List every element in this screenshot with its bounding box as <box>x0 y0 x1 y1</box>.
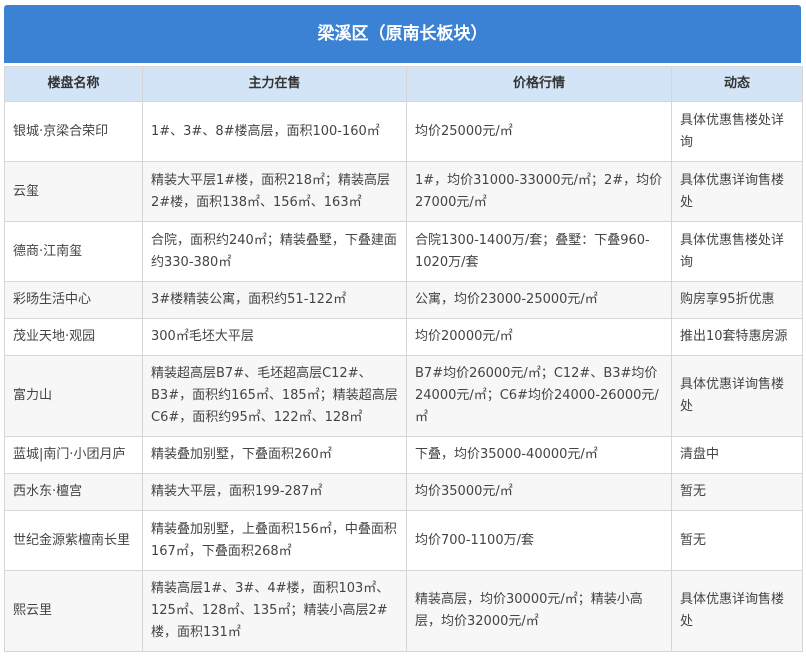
header-main-sale: 主力在售 <box>142 66 407 102</box>
cell-price: 精装高层，均价30000元/㎡；精装小高层，均价32000元/㎡ <box>406 570 672 652</box>
cell-price: 1#，均价31000-33000元/㎡；2#，均价27000元/㎡ <box>406 161 672 222</box>
cell-status: 购房享95折优惠 <box>671 281 803 319</box>
cell-price: 均价25000元/㎡ <box>406 101 672 162</box>
table-body: 银城·京梁合荣印 1#、3#、8#楼高层，面积100-160㎡ 均价25000元… <box>4 101 803 652</box>
table-row: 银城·京梁合荣印 1#、3#、8#楼高层，面积100-160㎡ 均价25000元… <box>4 101 803 162</box>
property-table: 楼盘名称 主力在售 价格行情 动态 银城·京梁合荣印 1#、3#、8#楼高层，面… <box>4 66 803 652</box>
table-row: 茂业天地·观园 300㎡毛坯大平层 均价20000元/㎡ 推出10套特惠房源 <box>4 318 803 356</box>
cell-status: 暂无 <box>671 473 803 511</box>
cell-project-name: 德商·江南玺 <box>4 221 143 282</box>
cell-price: 均价20000元/㎡ <box>406 318 672 356</box>
cell-project-name: 熙云里 <box>4 570 143 652</box>
cell-project-name: 蓝城|南门·小团月庐 <box>4 436 143 474</box>
cell-main-sale: 3#楼精装公寓，面积约51-122㎡ <box>142 281 407 319</box>
cell-status: 具体优惠详询售楼处 <box>671 355 803 437</box>
table-row: 熙云里 精装高层1#、3#、4#楼，面积103㎡、125㎡、128㎡、135㎡；… <box>4 570 803 652</box>
cell-main-sale: 1#、3#、8#楼高层，面积100-160㎡ <box>142 101 407 162</box>
header-price: 价格行情 <box>406 66 672 102</box>
header-status: 动态 <box>671 66 803 102</box>
cell-price: 均价700-1100万/套 <box>406 510 672 571</box>
cell-main-sale: 精装叠加别墅，上叠面积156㎡，中叠面积167㎡，下叠面积268㎡ <box>142 510 407 571</box>
cell-main-sale: 精装超高层B7#、毛坯超高层C12#、B3#，面积约165㎡、185㎡；精装超高… <box>142 355 407 437</box>
listing-table-panel: 梁溪区（原南长板块） 楼盘名称 主力在售 价格行情 动态 银城·京梁合荣印 1#… <box>0 0 806 660</box>
cell-status: 具体优惠售楼处详询 <box>671 221 803 282</box>
cell-price: 下叠，均价35000-40000元/㎡ <box>406 436 672 474</box>
cell-main-sale: 精装叠加别墅，下叠面积260㎡ <box>142 436 407 474</box>
cell-project-name: 云玺 <box>4 161 143 222</box>
cell-status: 暂无 <box>671 510 803 571</box>
cell-project-name: 银城·京梁合荣印 <box>4 101 143 162</box>
table-row: 西水东·檀宫 精装大平层，面积199-287㎡ 均价35000元/㎡ 暂无 <box>4 473 803 511</box>
cell-main-sale: 精装大平层1#楼，面积218㎡；精装高层2#楼，面积138㎡、156㎡、163㎡ <box>142 161 407 222</box>
cell-main-sale: 300㎡毛坯大平层 <box>142 318 407 356</box>
cell-project-name: 茂业天地·观园 <box>4 318 143 356</box>
cell-price: 均价35000元/㎡ <box>406 473 672 511</box>
table-row: 云玺 精装大平层1#楼，面积218㎡；精装高层2#楼，面积138㎡、156㎡、1… <box>4 161 803 222</box>
cell-project-name: 西水东·檀宫 <box>4 473 143 511</box>
cell-status: 具体优惠详询售楼处 <box>671 161 803 222</box>
table-row: 德商·江南玺 合院，面积约240㎡；精装叠墅，下叠建面约330-380㎡ 合院1… <box>4 221 803 282</box>
cell-main-sale: 精装大平层，面积199-287㎡ <box>142 473 407 511</box>
cell-status: 清盘中 <box>671 436 803 474</box>
table-row: 彩旸生活中心 3#楼精装公寓，面积约51-122㎡ 公寓，均价23000-250… <box>4 281 803 319</box>
cell-project-name: 世纪金源紫檀南长里 <box>4 510 143 571</box>
cell-price: B7#均价26000元/㎡；C12#、B3#均价24000元/㎡；C6#均价24… <box>406 355 672 437</box>
cell-main-sale: 精装高层1#、3#、4#楼，面积103㎡、125㎡、128㎡、135㎡；精装小高… <box>142 570 407 652</box>
cell-main-sale: 合院，面积约240㎡；精装叠墅，下叠建面约330-380㎡ <box>142 221 407 282</box>
cell-status: 具体优惠售楼处详询 <box>671 101 803 162</box>
cell-price: 合院1300-1400万/套；叠墅：下叠960-1020万/套 <box>406 221 672 282</box>
table-row: 蓝城|南门·小团月庐 精装叠加别墅，下叠面积260㎡ 下叠，均价35000-40… <box>4 436 803 474</box>
cell-project-name: 富力山 <box>4 355 143 437</box>
header-row: 楼盘名称 主力在售 价格行情 动态 <box>4 66 803 102</box>
table-row: 世纪金源紫檀南长里 精装叠加别墅，上叠面积156㎡，中叠面积167㎡，下叠面积2… <box>4 510 803 571</box>
header-project-name: 楼盘名称 <box>4 66 143 102</box>
cell-status: 推出10套特惠房源 <box>671 318 803 356</box>
cell-price: 公寓，均价23000-25000元/㎡ <box>406 281 672 319</box>
cell-project-name: 彩旸生活中心 <box>4 281 143 319</box>
cell-status: 具体优惠详询售楼处 <box>671 570 803 652</box>
table-title: 梁溪区（原南长板块） <box>4 5 801 63</box>
table-row: 富力山 精装超高层B7#、毛坯超高层C12#、B3#，面积约165㎡、185㎡；… <box>4 355 803 437</box>
